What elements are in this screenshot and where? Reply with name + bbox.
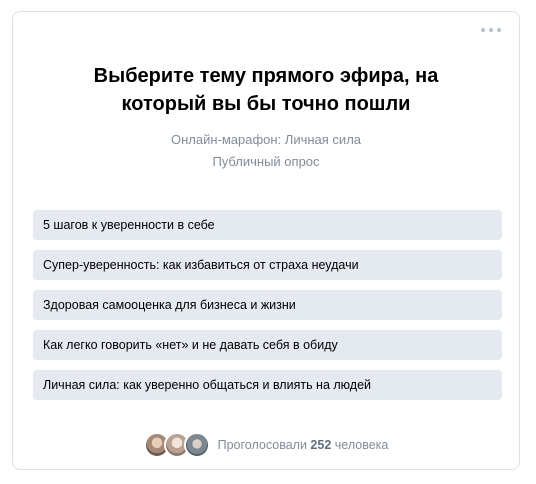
poll-title: Выберите тему прямого эфира, на который …: [93, 65, 439, 115]
poll-option-label: Личная сила: как уверенно общаться и вли…: [43, 378, 372, 392]
poll-option[interactable]: Как легко говорить «нет» и не давать себ…: [33, 330, 502, 360]
poll-footer: Проголосовали 252 человека: [13, 432, 519, 458]
voted-prefix: Проголосовали: [217, 438, 307, 452]
dot: [481, 28, 485, 32]
poll-option[interactable]: Здоровая самооценка для бизнеса и жизни: [33, 290, 502, 320]
more-options-icon[interactable]: [481, 24, 501, 36]
voter-avatars[interactable]: [143, 432, 210, 458]
poll-option[interactable]: Супер-уверенность: как избавиться от стр…: [33, 250, 502, 280]
poll-card: Выберите тему прямого эфира, на который …: [12, 11, 520, 470]
voters-count-text[interactable]: Проголосовали 252 человека: [218, 438, 389, 452]
voted-suffix: человека: [334, 438, 389, 452]
poll-option[interactable]: 5 шагов к уверенности в себе: [33, 210, 502, 240]
poll-option-label: Здоровая самооценка для бизнеса и жизни: [43, 298, 296, 312]
poll-option-label: Супер-уверенность: как избавиться от стр…: [43, 258, 359, 272]
poll-option[interactable]: Личная сила: как уверенно общаться и вли…: [33, 370, 502, 400]
poll-option-label: Как легко говорить «нет» и не давать себ…: [43, 338, 338, 352]
dot: [489, 28, 493, 32]
poll-author-link[interactable]: Онлайн-марафон: Личная сила: [13, 132, 519, 148]
voted-count: 252: [310, 438, 332, 452]
poll-options: 5 шагов к уверенности в себе Супер-увере…: [33, 210, 502, 410]
poll-option-label: 5 шагов к уверенности в себе: [43, 218, 215, 232]
dot: [497, 28, 501, 32]
poll-type: Публичный опрос: [212, 154, 320, 169]
avatar: [183, 432, 210, 458]
